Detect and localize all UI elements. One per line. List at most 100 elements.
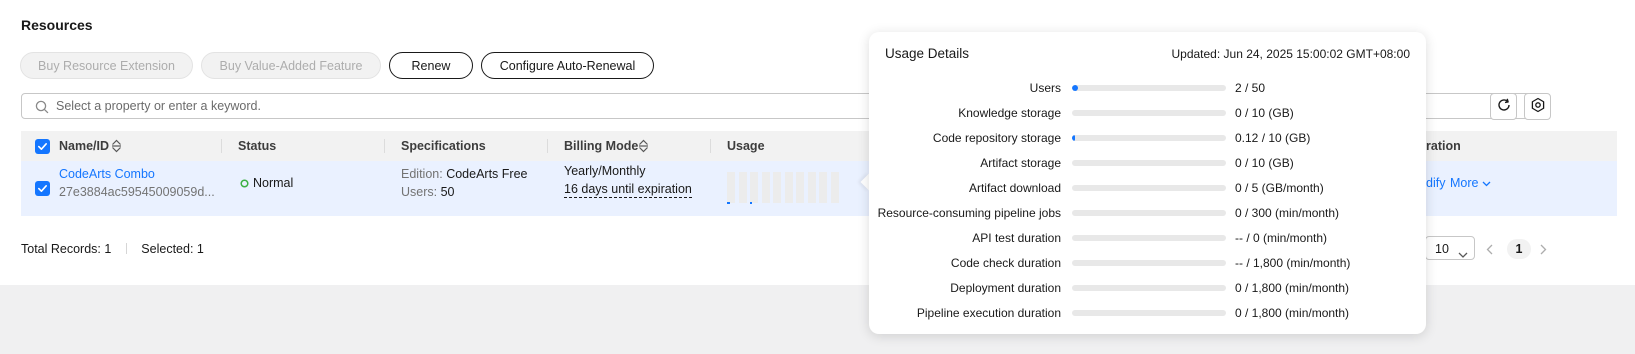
edition-label: Edition: [401, 167, 443, 181]
usage-spark-bar [773, 172, 781, 203]
spec-edition: Edition: CodeArts Free [401, 167, 527, 181]
usage-value: 0 / 300 (min/month) [1235, 206, 1340, 220]
select-all-checkbox[interactable] [35, 139, 50, 154]
usage-row: Deployment duration 0 / 1,800 (min/month) [869, 278, 1426, 298]
usage-label: Artifact download [968, 181, 1061, 195]
row-checkbox[interactable] [35, 181, 50, 196]
usage-bar [1072, 310, 1226, 316]
buy-resource-extension-button[interactable]: Buy Resource Extension [20, 52, 193, 79]
usage-spark-fill [727, 202, 731, 204]
usage-spark-fill [750, 202, 753, 204]
usage-bar [1072, 260, 1226, 266]
usage-label: Code repository storage [932, 131, 1061, 145]
more-menu[interactable]: More [1450, 176, 1491, 190]
usage-label: Deployment duration [950, 281, 1061, 295]
usage-value: 0 / 1,800 (min/month) [1235, 281, 1350, 295]
usage-value: -- / 0 (min/month) [1235, 231, 1328, 245]
usage-bar [1072, 285, 1226, 291]
usage-details-popover: Usage Details Updated: Jun 24, 2025 15:0… [869, 32, 1426, 334]
current-page[interactable]: 1 [1507, 239, 1531, 259]
usage-spark-bar [761, 172, 770, 203]
total-records: Total Records: 1 [21, 242, 112, 256]
billing-mode-text: Yearly/Monthly [564, 164, 646, 178]
column-name-id[interactable]: Name/ID [59, 131, 109, 161]
users-label: Users: [401, 185, 438, 199]
refresh-icon [1496, 97, 1512, 116]
footer-divider [125, 243, 127, 254]
usage-bar-fill [1072, 85, 1079, 91]
usage-label: Pipeline execution duration [916, 306, 1061, 320]
column-usage: Usage [727, 139, 765, 153]
usage-bar [1072, 110, 1226, 116]
usage-row: Users 2 / 50 [869, 78, 1426, 98]
modify-link[interactable]: dify [1426, 176, 1445, 190]
usage-bar [1072, 135, 1226, 141]
search-input[interactable] [56, 97, 856, 115]
usage-value: 0 / 5 (GB/month) [1235, 181, 1324, 195]
usage-spark-bar [819, 172, 827, 203]
usage-row: Resource-consuming pipeline jobs 0 / 300 … [869, 203, 1426, 223]
usage-spark-bar [807, 172, 816, 203]
buy-value-added-feature-button[interactable]: Buy Value-Added Feature [201, 52, 381, 79]
column-billing-mode[interactable]: Billing Mode [564, 131, 638, 161]
sort-icon[interactable] [111, 139, 122, 156]
usage-row: Pipeline execution duration 0 / 1,800 (mi… [869, 303, 1426, 323]
usage-spark-bar [784, 172, 793, 203]
chevron-down-icon [1458, 246, 1468, 261]
usage-bar [1072, 235, 1226, 241]
users-value: 50 [440, 185, 455, 199]
spec-users: Users: 50 [401, 185, 455, 199]
column-separator[interactable] [710, 139, 711, 153]
more-label: More [1450, 176, 1479, 190]
resource-name-link[interactable]: CodeArts Combo [59, 167, 155, 181]
usage-row: Knowledge storage 0 / 10 (GB) [869, 103, 1426, 123]
usage-value: 2 / 50 [1235, 81, 1266, 95]
settings-button[interactable] [1524, 93, 1551, 120]
prev-page-button[interactable] [1486, 243, 1493, 258]
usage-spark-bar [830, 172, 839, 203]
usage-bar [1072, 185, 1226, 191]
usage-value: 0 / 10 (GB) [1235, 106, 1294, 120]
usage-spark-bar [738, 172, 747, 203]
column-separator[interactable] [547, 139, 548, 153]
usage-value: 0 / 1,800 (min/month) [1235, 306, 1350, 320]
usage-label: Knowledge storage [958, 106, 1061, 120]
page-size-value: 10 [1435, 242, 1449, 256]
column-status: Status [238, 139, 277, 153]
chevron-left-icon [1486, 243, 1493, 258]
usage-row: Code check duration -- / 1,800 (min/month… [869, 253, 1426, 273]
usage-bar [1072, 160, 1226, 166]
usage-value: 0 / 10 (GB) [1235, 156, 1294, 170]
usage-value: -- / 1,800 (min/month) [1235, 256, 1351, 270]
usage-spark-bar [796, 172, 804, 203]
next-page-button[interactable] [1540, 243, 1547, 258]
renew-button[interactable]: Renew [389, 52, 473, 79]
usage-row: Code repository storage 0.12 / 10 (GB) [869, 128, 1426, 148]
expiration-text[interactable]: 16 days until expiration [564, 182, 692, 198]
popover-updated-time: Updated: Jun 24, 2025 15:00:02 GMT+08:00 [1171, 47, 1410, 61]
usage-label: Code check duration [950, 256, 1061, 270]
usage-row: Artifact storage 0 / 10 (GB) [869, 153, 1426, 173]
usage-spark-bar [750, 172, 758, 203]
usage-bar [1072, 85, 1226, 91]
usage-label: Resource-consuming pipeline jobs [877, 206, 1061, 220]
column-separator[interactable] [221, 139, 222, 153]
section-title: Resources [21, 17, 93, 33]
column-separator[interactable] [384, 139, 385, 153]
chevron-right-icon [1540, 243, 1547, 258]
configure-auto-renewal-button[interactable]: Configure Auto-Renewal [481, 52, 654, 79]
usage-row: Artifact download 0 / 5 (GB/month) [869, 178, 1426, 198]
resource-id: 27e3884ac59545009059d... [59, 185, 215, 199]
usage-bar [1072, 210, 1226, 216]
page-size-select[interactable]: 10 [1425, 236, 1475, 260]
sort-icon[interactable] [638, 139, 649, 156]
usage-spark-bar [727, 172, 735, 203]
column-specifications: Specifications [401, 139, 486, 153]
usage-label: Users [1029, 81, 1061, 95]
chevron-down-icon [1482, 176, 1491, 190]
usage-label: API test duration [972, 231, 1061, 245]
popover-title: Usage Details [885, 46, 970, 61]
column-expiration: ration [1426, 139, 1461, 153]
refresh-button[interactable] [1490, 93, 1517, 120]
usage-value: 0.12 / 10 (GB) [1235, 131, 1311, 145]
